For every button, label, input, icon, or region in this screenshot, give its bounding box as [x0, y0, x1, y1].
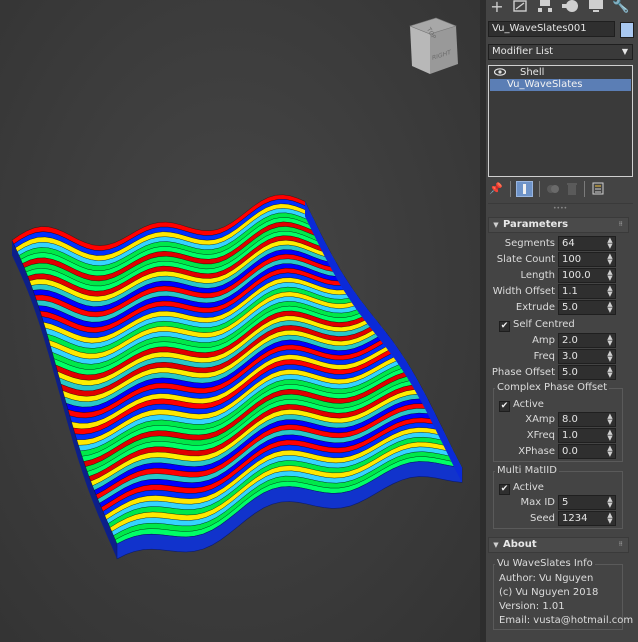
make-unique-icon[interactable] — [546, 183, 560, 195]
parameters-title: Parameters — [503, 219, 569, 230]
remove-modifier-icon[interactable] — [566, 182, 578, 196]
extrude-value: 5.0 — [562, 302, 578, 313]
checkmark-icon: ✔ — [499, 321, 510, 332]
length-value: 100.0 — [562, 270, 591, 281]
matid-active-label: Active — [513, 482, 544, 493]
rollout-grip-icon: ⠿ — [618, 541, 623, 548]
stack-item-shell[interactable]: Shell — [490, 67, 631, 79]
collapse-triangle-icon: ▼ — [493, 541, 499, 549]
complex-phase-title: Complex Phase Offset — [495, 382, 610, 394]
segments-value: 64 — [562, 238, 575, 249]
segments-label: Segments — [504, 238, 555, 249]
xphase-label: XPhase — [518, 446, 555, 457]
segments-spin-arrows[interactable]: ▲ ▼ — [606, 237, 614, 250]
xamp-spin-arrows[interactable]: ▲ ▼ — [606, 413, 614, 426]
width-offset-label: Width Offset — [492, 286, 555, 297]
matid-active-checkbox[interactable]: ✔ Active — [499, 481, 544, 495]
about-title: About — [503, 539, 537, 550]
max-id-spin-arrows[interactable]: ▲ ▼ — [606, 496, 614, 509]
amp-value: 2.0 — [562, 335, 578, 346]
length-spin-arrows[interactable]: ▲ ▼ — [606, 269, 614, 282]
length-label: Length — [520, 270, 556, 281]
max-id-label: Max ID — [520, 497, 555, 508]
rollout-grip-icon: ⠿ — [618, 221, 623, 228]
stack-divider — [584, 181, 585, 197]
chevron-down-icon: ▼ — [621, 47, 628, 56]
configure-modifier-sets-icon[interactable] — [592, 182, 604, 195]
xamp-label: XAmp — [525, 414, 555, 425]
viewcube[interactable]: TOP RIGHT — [406, 14, 462, 78]
stack-divider — [510, 181, 511, 197]
extrude-spin-arrows[interactable]: ▲ ▼ — [606, 301, 614, 314]
checkmark-icon: ✔ — [499, 401, 510, 412]
xphase-spin-arrows[interactable]: ▲ ▼ — [606, 445, 614, 458]
pin-stack-icon[interactable]: 📌 — [489, 182, 503, 196]
freq-value: 3.0 — [562, 351, 578, 362]
stack-item-vu-waveslates[interactable]: Vu_WaveSlates — [490, 79, 631, 91]
panel-separator — [488, 203, 633, 204]
amp-label: Amp — [532, 335, 555, 346]
collapse-triangle-icon: ▼ — [493, 221, 499, 229]
about-email: Email: vusta@hotmail.com — [499, 615, 634, 626]
about-version: Version: 1.01 — [499, 601, 565, 612]
xamp-value: 8.0 — [562, 414, 578, 425]
parameters-rollout-header[interactable]: ▼ Parameters ⠿ — [488, 217, 629, 233]
freq-label: Freq — [533, 351, 555, 362]
about-author: Author: Vu Nguyen — [499, 573, 594, 584]
create-icon[interactable]: + — [489, 0, 505, 15]
complex-active-checkbox[interactable]: ✔ Active — [499, 398, 544, 412]
modifier-list-dropdown[interactable]: Modifier List ▼ — [488, 44, 633, 60]
phase-offset-label: Phase Offset — [491, 367, 555, 378]
show-end-result-icon[interactable] — [516, 181, 533, 197]
xphase-value: 0.0 — [562, 446, 578, 457]
slate-count-label: Slate Count — [496, 254, 555, 265]
freq-spin-arrows[interactable]: ▲ ▼ — [606, 350, 614, 363]
wave-slates-mesh[interactable] — [0, 0, 480, 642]
phase-offset-spin-arrows[interactable]: ▲ ▼ — [606, 366, 614, 379]
motion-icon[interactable] — [562, 0, 578, 15]
seed-value: 1234 — [562, 513, 588, 524]
slates-layer — [11, 194, 463, 560]
object-color-swatch[interactable] — [620, 22, 634, 38]
self-centred-label: Self Centred — [513, 319, 575, 330]
about-copyright: (c) Vu Nguyen 2018 — [499, 587, 599, 598]
multi-matid-title: Multi MatIID — [495, 465, 559, 477]
width-offset-value: 1.1 — [562, 286, 578, 297]
xfreq-value: 1.0 — [562, 430, 578, 441]
width-offset-spin-arrows[interactable]: ▲ ▼ — [606, 285, 614, 298]
xfreq-spin-arrows[interactable]: ▲ ▼ — [606, 429, 614, 442]
complex-active-label: Active — [513, 399, 544, 410]
modifier-list-label: Modifier List — [492, 46, 554, 57]
extrude-label: Extrude — [515, 302, 555, 313]
seed-label: Seed — [530, 513, 555, 524]
hierarchy-icon[interactable] — [537, 0, 553, 15]
modifier-stack[interactable]: Shell Vu_WaveSlates — [488, 65, 633, 177]
stack-divider — [539, 181, 540, 197]
checkmark-icon: ✔ — [499, 484, 510, 495]
about-rollout-header[interactable]: ▼ About ⠿ — [488, 537, 629, 553]
about-group-title: Vu WaveSlates Info — [495, 558, 595, 570]
amp-spin-arrows[interactable]: ▲ ▼ — [606, 334, 614, 347]
perspective-viewport[interactable]: TOP RIGHT — [0, 0, 480, 642]
drag-handle-icon[interactable]: •••• — [553, 206, 567, 212]
display-icon[interactable] — [588, 0, 604, 15]
stack-item-label: Shell — [520, 67, 545, 78]
modify-icon[interactable] — [512, 0, 528, 15]
slate-count-value: 100 — [562, 254, 582, 265]
utilities-icon[interactable]: 🔧 — [612, 0, 629, 13]
self-centred-checkbox[interactable]: ✔ Self Centred — [499, 318, 575, 332]
max-id-value: 5 — [562, 497, 569, 508]
stack-item-label: Vu_WaveSlates — [507, 79, 583, 90]
phase-offset-value: 5.0 — [562, 367, 578, 378]
xfreq-label: XFreq — [526, 430, 555, 441]
object-name-field[interactable]: Vu_WaveSlates001 — [488, 21, 615, 37]
seed-spin-arrows[interactable]: ▲ ▼ — [606, 512, 614, 525]
slate-count-spin-arrows[interactable]: ▲ ▼ — [606, 253, 614, 266]
